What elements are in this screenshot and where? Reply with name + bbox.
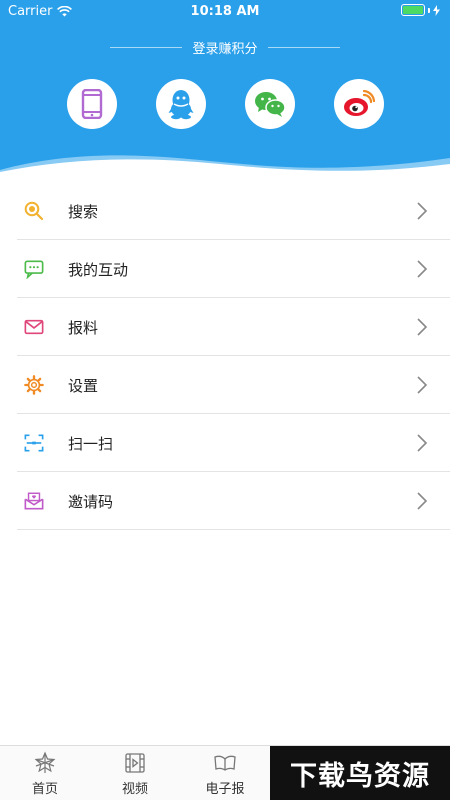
header-wave [0,155,450,178]
watermark-logo: 下载鸟资源 [270,746,450,800]
qq-icon [168,90,194,120]
tab-label: 电子报 [205,782,245,797]
weibo-login-button[interactable] [334,79,384,129]
wechat-login-button[interactable] [245,79,295,129]
status-time: 10:18 AM [190,4,260,19]
menu-item-label: 扫一扫 [68,434,114,453]
chevron-right-icon [417,202,428,220]
book-icon [214,755,236,771]
divider-left [110,47,183,48]
tab-home[interactable]: 首页 [0,746,90,800]
invite-icon [24,491,44,511]
chevron-right-icon [417,376,428,394]
menu-item-label: 设置 [68,376,99,395]
tab-video[interactable]: 视频 [90,746,180,800]
charging-icon [433,4,440,16]
menu-item-settings[interactable]: 设置 [0,356,450,414]
scan-icon [24,433,44,453]
menu-item-label: 报料 [68,318,99,337]
qq-login-button[interactable] [156,79,206,129]
tab-label: 视频 [121,782,148,797]
login-header: Carrier 10:18 AM 登录赚积分 [0,0,450,178]
phone-login-button[interactable] [67,79,117,129]
wechat-icon [255,92,286,117]
chat-icon [24,259,44,279]
chevron-right-icon [417,492,428,510]
login-title: 登录赚积分 [192,42,258,57]
tab-label: 首页 [31,782,58,797]
tab-e-paper[interactable]: 电子报 [180,746,270,800]
settings-menu: 搜索 我的互动 报料 设置 扫一扫 邀请码 [0,182,450,530]
divider-right [267,47,340,48]
menu-item-my-interaction[interactable]: 我的互动 [0,240,450,298]
menu-item-report[interactable]: 报料 [0,298,450,356]
menu-item-invite-code[interactable]: 邀请码 [0,472,450,530]
weibo-icon [344,90,375,116]
video-icon [125,753,145,773]
status-bar: Carrier 10:18 AM [0,0,450,24]
gear-icon [24,375,44,395]
home-star-icon [34,751,56,773]
phone-icon [81,89,103,119]
search-icon [24,201,44,221]
chevron-right-icon [417,260,428,278]
menu-item-label: 邀请码 [68,492,114,511]
battery-icon [401,4,440,16]
mail-icon [24,317,44,337]
social-login-row [0,79,450,129]
menu-item-scan[interactable]: 扫一扫 [0,414,450,472]
menu-item-search[interactable]: 搜索 [0,182,450,240]
login-title-row: 登录赚积分 [0,38,450,57]
bottom-tab-bar: 首页 视频 电子报 下载鸟资源 [0,745,450,800]
chevron-right-icon [417,434,428,452]
menu-item-label: 搜索 [68,202,99,221]
menu-item-label: 我的互动 [68,260,129,279]
chevron-right-icon [417,318,428,336]
